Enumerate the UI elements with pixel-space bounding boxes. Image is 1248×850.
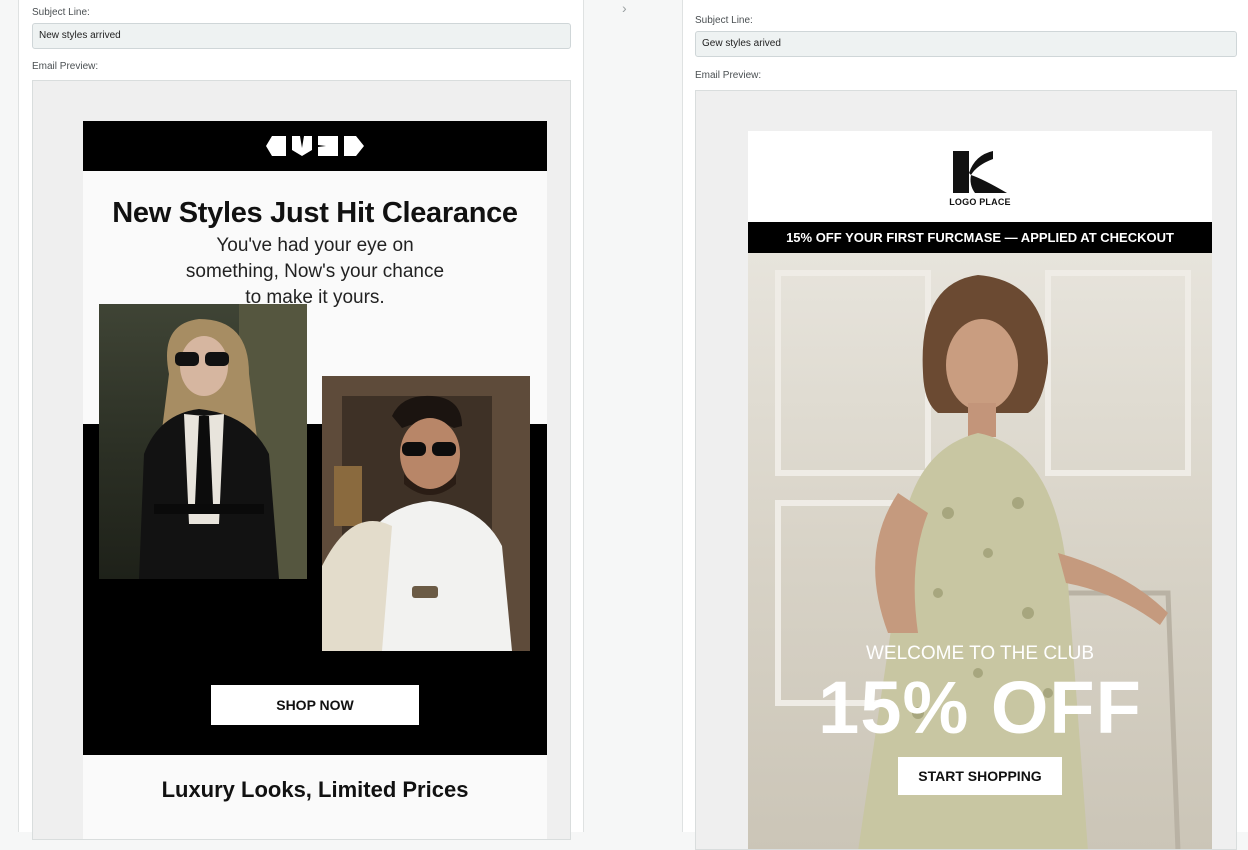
logo-text: LOGO PLACE — [949, 197, 1011, 207]
brand-logo-glyph-icon — [266, 136, 286, 156]
right-editor-panel: Subject Line: Gew styles arived Email Pr… — [682, 0, 1248, 850]
email-headline: New Styles Just Hit Clearance — [112, 197, 518, 229]
hero-kicker: WELCOME TO THE CLUB — [865, 643, 1095, 664]
email-preview-frame: LOGO PLACE 15% OFF YOUR FIRST FURCMASE —… — [695, 90, 1237, 850]
brand-logo-glyph-icon — [344, 136, 364, 156]
brand-logo-glyph-icon — [318, 136, 338, 156]
brand-header — [83, 121, 547, 171]
email-footer-title: Luxury Looks, Limited Prices — [161, 777, 469, 802]
woman-in-sunglasses-photo — [99, 304, 307, 579]
hero-headline: 15% OFF — [818, 666, 1142, 749]
email-subtitle: You've had your eye on something, Now's … — [185, 235, 445, 308]
man-in-sunglasses-photo — [322, 376, 530, 651]
chevron-right-icon[interactable]: › — [622, 0, 627, 16]
promo-banner: 15% OFF YOUR FIRST FURCMASE — APPLIED AT… — [748, 222, 1212, 253]
email-preview-label: Email Preview: — [32, 61, 99, 72]
subject-line-input[interactable]: Gew styles arived — [695, 31, 1237, 57]
subject-line-input[interactable]: New styles arrived — [32, 23, 571, 49]
subject-line-label: Subject Line: — [32, 7, 90, 18]
woman-illustration — [139, 304, 307, 579]
brand-logo-glyph-icon — [292, 136, 312, 156]
start-shopping-button[interactable]: START SHOPPING — [898, 757, 1062, 795]
email-preview-label: Email Preview: — [695, 70, 762, 81]
email-preview-frame: New Styles Just Hit Clearance You've had… — [32, 80, 571, 840]
logo-area: LOGO PLACE — [748, 131, 1212, 222]
subject-line-label: Subject Line: — [695, 15, 753, 26]
man-illustration — [322, 376, 530, 651]
email-preview-left: New Styles Just Hit Clearance You've had… — [83, 121, 547, 839]
logo-k-mark-icon — [953, 151, 1007, 193]
email-preview-right: LOGO PLACE 15% OFF YOUR FIRST FURCMASE —… — [748, 131, 1212, 849]
woman-seated-floral-dress-photo: WELCOME TO THE CLUB 15% OFF START SHOPPI… — [748, 253, 1212, 849]
left-editor-panel: Subject Line: New styles arrived Email P… — [18, 0, 584, 840]
shop-now-button[interactable]: SHOP NOW — [211, 685, 419, 725]
